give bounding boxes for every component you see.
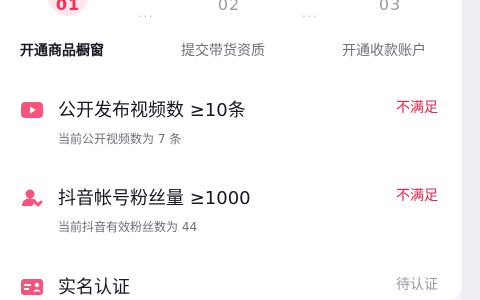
step-indicator-03: 03 xyxy=(370,0,410,16)
step-connector: ··· xyxy=(302,10,319,23)
step-indicator-01: 01 xyxy=(48,0,88,16)
requirement-title: 抖音帐号粉丝量 ≥1000 xyxy=(58,188,251,209)
step-label-submit-qualification[interactable]: 提交带货资质 xyxy=(181,40,265,60)
id-card-icon xyxy=(21,279,43,295)
requirement-title: 实名认证 xyxy=(58,277,130,298)
video-play-icon xyxy=(21,102,43,118)
step-number: 03 xyxy=(378,0,402,14)
step-label-open-showcase[interactable]: 开通商品橱窗 xyxy=(20,40,104,60)
status-badge: 不满足 xyxy=(396,188,438,204)
status-badge: 不满足 xyxy=(396,100,438,116)
requirement-title: 公开发布视频数 ≥10条 xyxy=(58,100,246,121)
requirements-card: 01 ··· 02 ··· 03 开通商品橱窗 提交带货资质 开通收款账户 公开… xyxy=(0,0,462,300)
step-number: 01 xyxy=(55,0,81,14)
step-indicator-02: 02 xyxy=(209,0,249,16)
user-heart-icon xyxy=(22,189,43,207)
requirement-subtitle: 当前抖音有效粉丝数为 44 xyxy=(58,220,198,234)
background-strip xyxy=(462,0,480,300)
status-badge: 待认证 xyxy=(396,277,438,293)
requirement-subtitle: 当前公开视频数为 7 条 xyxy=(58,132,182,146)
step-number: 02 xyxy=(217,0,241,14)
step-connector: ··· xyxy=(138,10,155,23)
step-label-open-payment-account[interactable]: 开通收款账户 xyxy=(342,40,426,60)
